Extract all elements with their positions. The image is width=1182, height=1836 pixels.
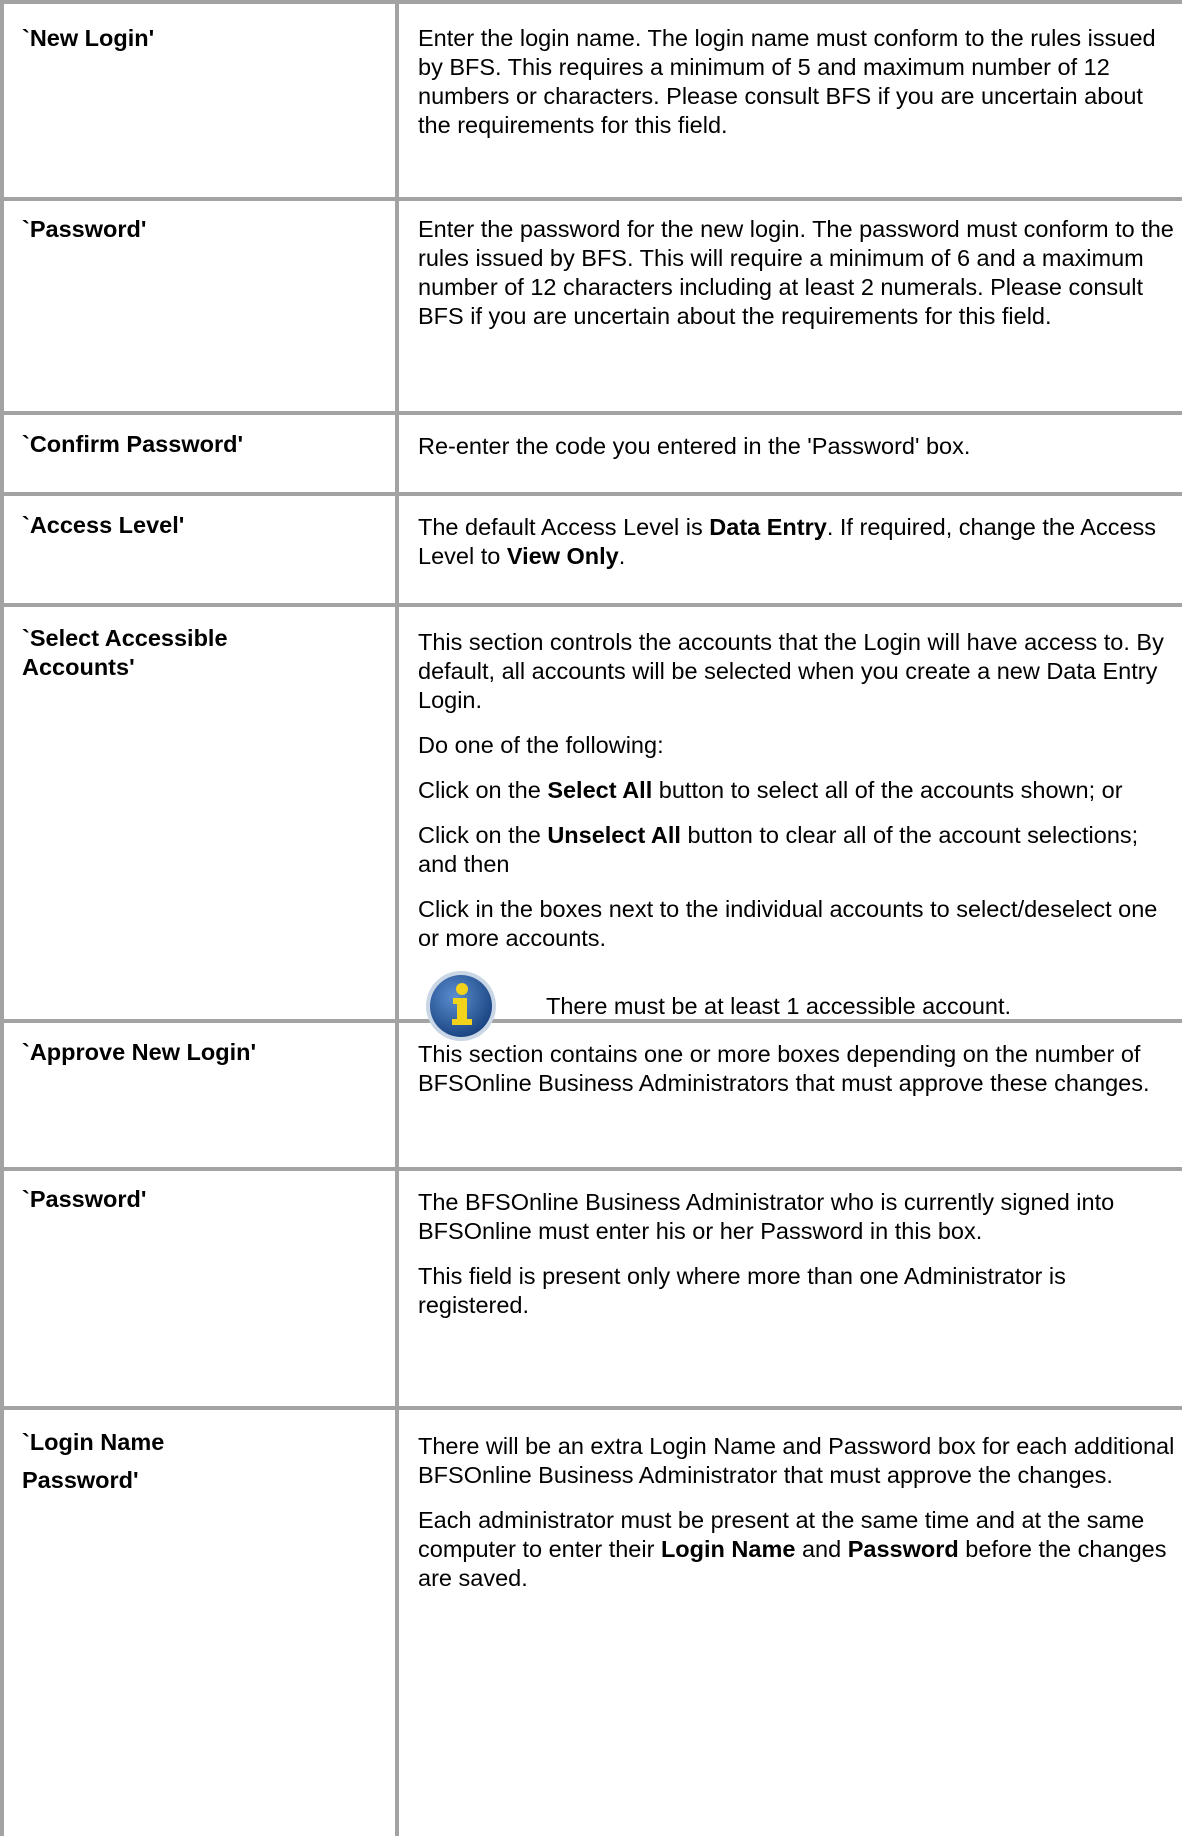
field-name-line: `Login Name bbox=[22, 1429, 165, 1455]
description-paragraph: Do one of the following: bbox=[418, 732, 664, 758]
field-name: `Login Name Password' bbox=[22, 1428, 392, 1495]
description-paragraph: This section controls the accounts that … bbox=[418, 629, 1164, 713]
field-name: `Confirm Password' bbox=[22, 431, 244, 457]
unselect-all-term: Unselect All bbox=[547, 822, 681, 848]
login-name-term: Login Name bbox=[660, 1536, 796, 1562]
field-name: `Password' bbox=[22, 1186, 147, 1212]
table-border-left bbox=[0, 0, 4, 1836]
row-divider bbox=[0, 411, 1182, 415]
field-description: Enter the login name. The login name mus… bbox=[418, 24, 1178, 140]
text-run: The default Access Level is bbox=[418, 514, 710, 540]
field-description: This section controls the accounts that … bbox=[418, 628, 1178, 1043]
info-note-text: There must be at least 1 accessible acco… bbox=[546, 992, 1012, 1019]
field-description: The BFSOnline Business Administrator who… bbox=[418, 1188, 1178, 1320]
text-run: and bbox=[795, 1536, 848, 1562]
description-paragraph: Click on the Unselect All button to clea… bbox=[418, 821, 1178, 879]
access-level-data-entry: Data Entry bbox=[709, 514, 827, 540]
info-note: There must be at least 1 accessible acco… bbox=[418, 969, 1178, 1043]
description-paragraph: Click on the Select All button to select… bbox=[418, 776, 1178, 805]
description-paragraph: The default Access Level is Data Entry. … bbox=[418, 513, 1178, 571]
field-description: The default Access Level is Data Entry. … bbox=[418, 513, 1178, 571]
row-divider bbox=[0, 492, 1182, 496]
info-icon bbox=[426, 971, 496, 1041]
field-name: `Password' bbox=[22, 216, 147, 242]
description-paragraph: There will be an extra Login Name and Pa… bbox=[418, 1433, 1175, 1488]
text-run: button to select all of the accounts sho… bbox=[652, 777, 1123, 803]
access-level-view-only: View Only bbox=[506, 543, 619, 569]
text-run: Click on the bbox=[418, 777, 548, 803]
description-paragraph: Each administrator must be present at th… bbox=[418, 1506, 1178, 1593]
row-divider bbox=[0, 0, 1182, 4]
field-name: `Select Accessible Accounts' bbox=[22, 625, 228, 680]
description-paragraph: This field is present only where more th… bbox=[418, 1263, 1066, 1318]
field-description: Re-enter the code you entered in the 'Pa… bbox=[418, 432, 1178, 461]
description-paragraph: Click in the boxes next to the individua… bbox=[418, 896, 1158, 951]
row-divider bbox=[0, 197, 1182, 201]
field-name: `Approve New Login' bbox=[22, 1039, 257, 1065]
field-description: This section contains one or more boxes … bbox=[418, 1040, 1178, 1098]
description-paragraph: Re-enter the code you entered in the 'Pa… bbox=[418, 433, 971, 459]
table-column-divider bbox=[395, 0, 399, 1836]
description-paragraph: The BFSOnline Business Administrator who… bbox=[418, 1189, 1115, 1244]
field-name: `Access Level' bbox=[22, 512, 185, 538]
password-term: Password bbox=[847, 1536, 959, 1562]
text-run: . bbox=[618, 543, 626, 569]
field-description: Enter the password for the new login. Th… bbox=[418, 215, 1178, 331]
field-name-line: Password' bbox=[22, 1467, 139, 1493]
row-divider bbox=[0, 1167, 1182, 1171]
description-paragraph: Enter the password for the new login. Th… bbox=[418, 216, 1174, 329]
description-paragraph: Enter the login name. The login name mus… bbox=[418, 25, 1156, 138]
description-paragraph: This section contains one or more boxes … bbox=[418, 1041, 1150, 1096]
field-name: `New Login' bbox=[22, 25, 155, 51]
select-all-term: Select All bbox=[547, 777, 653, 803]
row-divider bbox=[0, 1406, 1182, 1410]
requirements-table: `New Login' Enter the login name. The lo… bbox=[0, 0, 1182, 1836]
text-run: Click on the bbox=[418, 822, 548, 848]
row-divider bbox=[0, 603, 1182, 607]
field-description: There will be an extra Login Name and Pa… bbox=[418, 1432, 1178, 1593]
